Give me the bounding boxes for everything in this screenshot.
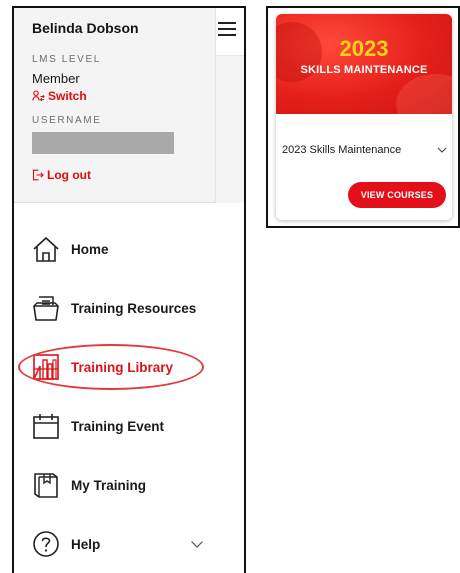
- switch-label: Switch: [48, 89, 87, 103]
- profile-section: Belinda Dobson LMS LEVEL Member Switch U…: [14, 8, 216, 202]
- calendar-icon: [31, 411, 61, 441]
- sidebar-item-training-library[interactable]: Training Library: [14, 338, 244, 396]
- sidebar-item-training-event[interactable]: Training Event: [14, 397, 244, 455]
- sidebar-item-label: Training Library: [71, 359, 174, 375]
- banner-title: SKILLS MAINTENANCE: [300, 64, 428, 76]
- logout-label: Log out: [47, 168, 91, 182]
- sidebar-panel: Belinda Dobson LMS LEVEL Member Switch U…: [12, 6, 246, 573]
- sidebar-item-help[interactable]: Help: [14, 515, 244, 573]
- sidebar-item-my-training[interactable]: My Training: [14, 456, 244, 514]
- content-strip: [216, 56, 244, 203]
- book-icon: [31, 470, 61, 500]
- redacted-username: [32, 132, 174, 154]
- profile-divider: [14, 202, 216, 203]
- sidebar-item-label: Help: [71, 536, 101, 552]
- library-icon: [31, 352, 61, 382]
- sidebar-item-home[interactable]: Home: [14, 220, 244, 278]
- sidebar-item-label: Training Event: [71, 418, 165, 434]
- sidebar-item-training-resources[interactable]: Training Resources: [14, 279, 244, 337]
- switch-user-icon: [32, 90, 45, 102]
- lms-level-value: Member: [32, 71, 80, 86]
- switch-link[interactable]: Switch: [32, 89, 215, 103]
- course-card: 2023 SKILLS MAINTENANCE 2023 Skills Main…: [276, 14, 452, 220]
- user-name: Belinda Dobson: [32, 20, 139, 36]
- logout-link[interactable]: Log out: [32, 168, 215, 182]
- sidebar-item-label: Training Resources: [71, 300, 197, 316]
- logout-icon: [32, 169, 44, 181]
- hamburger-menu-icon[interactable]: [218, 22, 236, 36]
- sidebar-item-label: My Training: [71, 477, 147, 493]
- sidebar-item-label: Home: [71, 241, 109, 257]
- home-icon: [31, 234, 61, 264]
- course-banner: 2023 SKILLS MAINTENANCE: [276, 14, 452, 114]
- lms-level-label: LMS LEVEL: [32, 54, 101, 65]
- view-courses-button[interactable]: VIEW COURSES: [348, 182, 446, 208]
- folder-icon: [31, 293, 61, 323]
- banner-year: 2023: [339, 36, 389, 61]
- question-icon: [31, 529, 61, 559]
- chevron-down-icon: [437, 147, 447, 153]
- chevron-down-icon[interactable]: [190, 537, 204, 551]
- banner-decoration: [396, 74, 452, 114]
- username-label: USERNAME: [32, 115, 102, 126]
- course-dropdown[interactable]: 2023 Skills Maintenance: [282, 144, 448, 156]
- course-dropdown-value: 2023 Skills Maintenance: [282, 144, 402, 156]
- course-card-panel: 2023 SKILLS MAINTENANCE 2023 Skills Main…: [266, 6, 460, 228]
